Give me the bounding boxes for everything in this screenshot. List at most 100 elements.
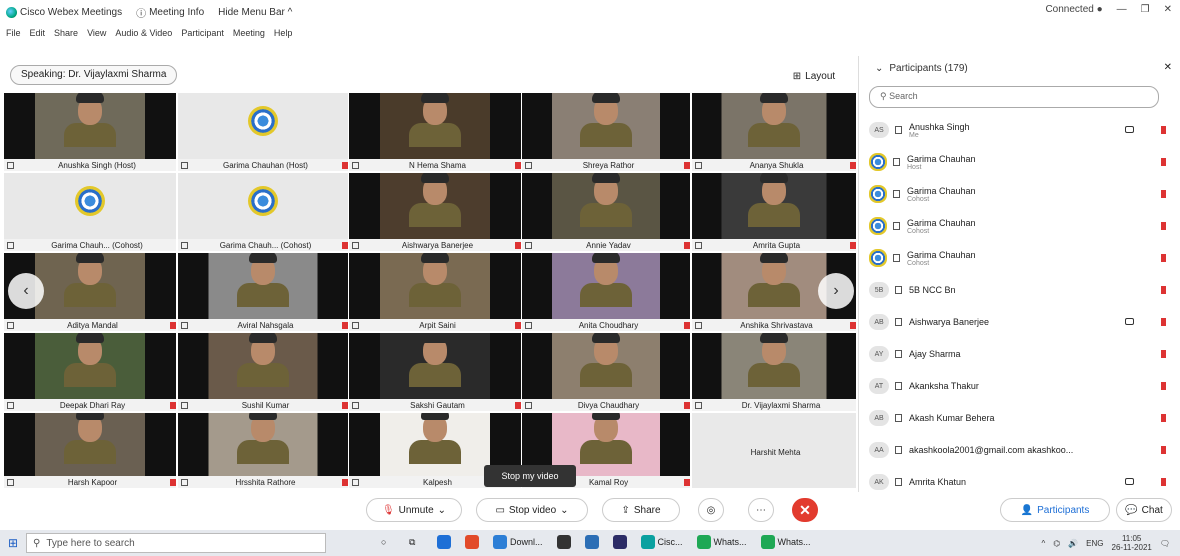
participant-row[interactable]: Garima Chauhan Cohost	[869, 242, 1174, 274]
participant-row[interactable]: Garima Chauhan Cohost	[869, 210, 1174, 242]
participant-row[interactable]: AB Aishwarya Banerjee	[869, 306, 1174, 338]
volume-icon[interactable]: 🔊	[1068, 539, 1078, 548]
muted-mic-icon[interactable]	[1161, 126, 1166, 134]
muted-mic-icon[interactable]	[1161, 286, 1166, 294]
meeting-info-button[interactable]: ⓘ Meeting Info	[136, 5, 204, 20]
participants-toggle-button[interactable]: 👤 Participants	[1000, 498, 1110, 522]
microphone-muted-icon: 🎙	[381, 504, 395, 516]
participant-video-tile[interactable]: Anushka Singh (Host)	[4, 93, 176, 171]
taskbar-search-input[interactable]: ⚲ Type here to search	[26, 533, 326, 553]
hide-menu-bar-button[interactable]: Hide Menu Bar ^	[218, 7, 292, 18]
participant-video-tile[interactable]: Aviral Nahsgala	[178, 253, 348, 331]
restore-button[interactable]: ❐	[1141, 4, 1150, 15]
taskbar-app-icon[interactable]	[582, 532, 602, 552]
participant-row[interactable]: AY Ajay Sharma	[869, 338, 1174, 370]
person-silhouette	[233, 413, 293, 464]
muted-mic-icon[interactable]	[1161, 446, 1166, 454]
taskbar-app-icon[interactable]: Cisc...	[638, 532, 686, 552]
person-silhouette	[60, 253, 120, 307]
participant-video-tile[interactable]: Garima Chauhan (Host)	[178, 93, 348, 171]
close-button[interactable]: ✕	[1164, 4, 1172, 15]
taskbar-app-icon[interactable]	[554, 532, 574, 552]
tile-nameplate: Deepak Dhari Ray	[4, 399, 176, 411]
participant-video-tile[interactable]: Sushil Kumar	[178, 333, 348, 411]
participant-video-tile[interactable]: Shreya Rathor	[522, 93, 690, 171]
share-button[interactable]: ⇪ Share	[602, 498, 680, 522]
muted-mic-icon[interactable]	[1161, 382, 1166, 390]
muted-mic-icon[interactable]	[1161, 350, 1166, 358]
clock[interactable]: 11:05 26-11-2021	[1112, 534, 1152, 552]
menu-view[interactable]: View	[87, 28, 106, 38]
menu-audio-video[interactable]: Audio & Video	[115, 28, 172, 38]
participant-video-tile[interactable]: N Hema Shama	[349, 93, 521, 171]
participant-row[interactable]: Garima Chauhan Cohost	[869, 178, 1174, 210]
participant-video-tile[interactable]: Harshit Mehta	[692, 413, 856, 488]
participant-video-tile[interactable]: Anita Choudhary	[522, 253, 690, 331]
minimize-button[interactable]: —	[1117, 4, 1127, 15]
menu-file[interactable]: File	[6, 28, 21, 38]
taskbar-app-icon[interactable]	[610, 532, 630, 552]
participant-video-tile[interactable]: Garima Chauh... (Cohost)	[178, 173, 348, 251]
participant-video-tile[interactable]: Hrsshita Rathore	[178, 413, 348, 488]
muted-mic-icon[interactable]	[1161, 190, 1166, 198]
taskbar-app-icon[interactable]: Whats...	[758, 532, 814, 552]
end-meeting-button[interactable]: ✕	[792, 498, 818, 522]
tray-overflow-icon[interactable]: ^	[1041, 539, 1045, 548]
previous-page-arrow-icon[interactable]: ‹	[8, 273, 44, 309]
participant-row[interactable]: AA akashkoola2001@gmail.com akashkoo...	[869, 434, 1174, 466]
task-view-icon[interactable]: ⧉	[406, 532, 426, 552]
muted-mic-icon[interactable]	[1161, 478, 1166, 486]
participants-header[interactable]: ⌄ Participants (179)	[859, 56, 1180, 80]
video-feed	[692, 93, 856, 159]
taskbar-app-icon[interactable]	[462, 532, 482, 552]
avatar	[869, 153, 887, 171]
participant-video-tile[interactable]: Annie Yadav	[522, 173, 690, 251]
participant-search-input[interactable]: ⚲ Search	[869, 86, 1159, 108]
participant-row[interactable]: AB Akash Kumar Behera	[869, 402, 1174, 434]
unmute-button[interactable]: 🎙 Unmute ⌄	[366, 498, 462, 522]
more-options-button[interactable]: ⋯	[748, 498, 774, 522]
close-panel-icon[interactable]: ✕	[1164, 62, 1172, 73]
menu-meeting[interactable]: Meeting	[233, 28, 265, 38]
taskbar-app-icon[interactable]: Downl...	[490, 532, 546, 552]
participant-video-tile[interactable]: Ananya Shukla	[692, 93, 856, 171]
participant-video-tile[interactable]: Arpit Saini	[349, 253, 521, 331]
muted-mic-icon[interactable]	[1161, 222, 1166, 230]
next-page-arrow-icon[interactable]: ›	[818, 273, 854, 309]
participant-video-tile[interactable]: Aishwarya Banerjee	[349, 173, 521, 251]
menu-participant[interactable]: Participant	[181, 28, 224, 38]
muted-mic-icon[interactable]	[1161, 318, 1166, 326]
stop-video-button[interactable]: ▭ Stop video ⌄	[476, 498, 588, 522]
participant-video-tile[interactable]: Divya Chaudhary	[522, 333, 690, 411]
participant-video-tile[interactable]: Dr. Vijaylaxmi Sharma	[692, 333, 856, 411]
menu-help[interactable]: Help	[274, 28, 293, 38]
participant-video-tile[interactable]: Garima Chauh... (Cohost)	[4, 173, 176, 251]
chat-button[interactable]: 💬 Chat	[1116, 498, 1172, 522]
menu-share[interactable]: Share	[54, 28, 78, 38]
taskbar-app-icon[interactable]	[434, 532, 454, 552]
participant-video-tile[interactable]: Amrita Gupta	[692, 173, 856, 251]
participant-video-tile[interactable]: Harsh Kapoor	[4, 413, 176, 488]
collapse-chevron-icon[interactable]: ⌄	[875, 63, 883, 74]
participant-row[interactable]: Garima Chauhan Host	[869, 146, 1174, 178]
muted-mic-icon[interactable]	[1161, 254, 1166, 262]
cortana-icon[interactable]: ○	[378, 532, 398, 552]
participant-role: Me	[909, 131, 919, 139]
participant-row[interactable]: AS Anushka Singh Me	[869, 114, 1174, 146]
menu-edit[interactable]: Edit	[30, 28, 46, 38]
connection-status[interactable]: Connected ●	[1045, 4, 1102, 15]
start-button-windows-icon[interactable]: ⊞	[0, 530, 26, 556]
microphone-icon	[525, 321, 532, 329]
recorder-button[interactable]: ◎	[698, 498, 724, 522]
participant-video-tile[interactable]: Deepak Dhari Ray	[4, 333, 176, 411]
language-indicator[interactable]: ENG	[1086, 539, 1103, 548]
notifications-icon[interactable]: 🗨	[1160, 539, 1170, 548]
layout-button[interactable]: ⊞ Layout	[776, 66, 852, 86]
taskbar-app-icon[interactable]: Whats...	[694, 532, 750, 552]
muted-mic-icon[interactable]	[1161, 414, 1166, 422]
participant-row[interactable]: 5B 5B NCC Bn	[869, 274, 1174, 306]
participant-video-tile[interactable]: Sakshi Gautam	[349, 333, 521, 411]
muted-mic-icon[interactable]	[1161, 158, 1166, 166]
network-icon[interactable]: ⌬	[1053, 539, 1060, 548]
participant-row[interactable]: AT Akanksha Thakur	[869, 370, 1174, 402]
